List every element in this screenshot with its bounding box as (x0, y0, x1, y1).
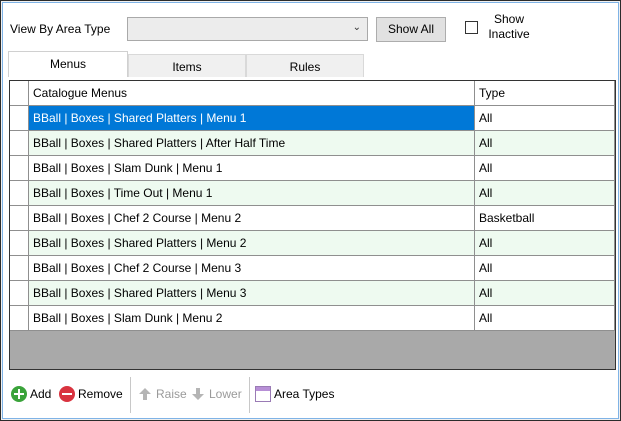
row-selector[interactable] (10, 106, 29, 131)
cell-catalogue-menu[interactable]: BBall | Boxes | Time Out | Menu 1 (29, 181, 475, 206)
table-row[interactable]: BBall | Boxes | Shared Platters | After … (10, 131, 615, 156)
row-selector[interactable] (10, 181, 29, 206)
tab-rules[interactable]: Rules (246, 54, 364, 77)
cell-catalogue-menu[interactable]: BBall | Boxes | Shared Platters | Menu 3 (29, 281, 475, 306)
cell-catalogue-menu[interactable]: BBall | Boxes | Shared Platters | Menu 2 (29, 231, 475, 256)
cell-type[interactable]: All (475, 281, 615, 306)
raise-button-label: Raise (156, 387, 187, 401)
toolbar-separator (130, 377, 131, 413)
cell-catalogue-menu[interactable]: BBall | Boxes | Chef 2 Course | Menu 2 (29, 206, 475, 231)
raise-button[interactable]: Raise (137, 383, 187, 405)
cell-type[interactable]: All (475, 306, 615, 331)
add-button-label: Add (30, 387, 52, 401)
column-header-catalogue-menus[interactable]: Catalogue Menus (29, 81, 475, 106)
arrow-up-icon (137, 386, 153, 402)
table-row[interactable]: BBall | Boxes | Shared Platters | Menu 3… (10, 281, 615, 306)
cell-type[interactable]: All (475, 156, 615, 181)
catalogue-menus-grid: Catalogue Menus Type BBall | Boxes | Sha… (9, 80, 616, 370)
table-row[interactable]: BBall | Boxes | Shared Platters | Menu 1… (10, 106, 615, 131)
cell-type[interactable]: All (475, 106, 615, 131)
column-header-type[interactable]: Type (475, 81, 615, 106)
area-types-button[interactable]: Area Types (255, 383, 334, 405)
table-row[interactable]: BBall | Boxes | Slam Dunk | Menu 1 All (10, 156, 615, 181)
area-types-icon (255, 386, 271, 402)
toolbar-separator (249, 377, 250, 413)
cell-type[interactable]: All (475, 231, 615, 256)
cell-catalogue-menu[interactable]: BBall | Boxes | Slam Dunk | Menu 2 (29, 306, 475, 331)
bottom-toolbar: Add Remove Raise Lower Area Types (5, 373, 618, 417)
cell-type[interactable]: Basketball (475, 206, 615, 231)
view-by-area-type-label: View By Area Type (10, 22, 111, 36)
lower-button[interactable]: Lower (190, 383, 242, 405)
cell-catalogue-menu[interactable]: BBall | Boxes | Shared Platters | After … (29, 131, 475, 156)
table-row[interactable]: BBall | Boxes | Time Out | Menu 1 All (10, 181, 615, 206)
area-type-select[interactable]: ⌄ (127, 17, 368, 41)
table-row[interactable]: BBall | Boxes | Chef 2 Course | Menu 3 Al… (10, 256, 615, 281)
row-selector[interactable] (10, 281, 29, 306)
show-inactive-label[interactable]: Show Inactive (484, 12, 534, 42)
chevron-down-icon[interactable]: ⌄ (353, 22, 361, 33)
row-selector[interactable] (10, 256, 29, 281)
row-header-corner (10, 81, 29, 106)
cell-type[interactable]: All (475, 131, 615, 156)
content-panel: View By Area Type ⌄ Show All Show Inacti… (2, 2, 619, 419)
tab-items[interactable]: Items (128, 54, 246, 77)
show-inactive-checkbox[interactable] (465, 21, 478, 34)
remove-button[interactable]: Remove (59, 383, 123, 405)
table-row[interactable]: BBall | Boxes | Slam Dunk | Menu 2 All (10, 306, 615, 331)
cell-catalogue-menu[interactable]: BBall | Boxes | Chef 2 Course | Menu 3 (29, 256, 475, 281)
lower-button-label: Lower (209, 387, 242, 401)
row-selector[interactable] (10, 131, 29, 156)
row-selector[interactable] (10, 206, 29, 231)
tab-menus[interactable]: Menus (8, 51, 128, 77)
row-selector[interactable] (10, 156, 29, 181)
grid-header-row: Catalogue Menus Type (10, 81, 615, 106)
add-icon (11, 386, 27, 402)
area-types-button-label: Area Types (274, 387, 335, 401)
show-all-button[interactable]: Show All (376, 17, 446, 42)
row-selector[interactable] (10, 231, 29, 256)
table-row[interactable]: BBall | Boxes | Shared Platters | Menu 2… (10, 231, 615, 256)
remove-button-label: Remove (78, 387, 123, 401)
remove-icon (59, 386, 75, 402)
add-button[interactable]: Add (11, 383, 51, 405)
cell-type[interactable]: All (475, 181, 615, 206)
cell-catalogue-menu[interactable]: BBall | Boxes | Shared Platters | Menu 1 (29, 106, 475, 131)
cell-type[interactable]: All (475, 256, 615, 281)
row-selector[interactable] (10, 306, 29, 331)
table-row[interactable]: BBall | Boxes | Chef 2 Course | Menu 2 Ba… (10, 206, 615, 231)
main-window: View By Area Type ⌄ Show All Show Inacti… (0, 0, 621, 421)
arrow-down-icon (190, 386, 206, 402)
cell-catalogue-menu[interactable]: BBall | Boxes | Slam Dunk | Menu 1 (29, 156, 475, 181)
